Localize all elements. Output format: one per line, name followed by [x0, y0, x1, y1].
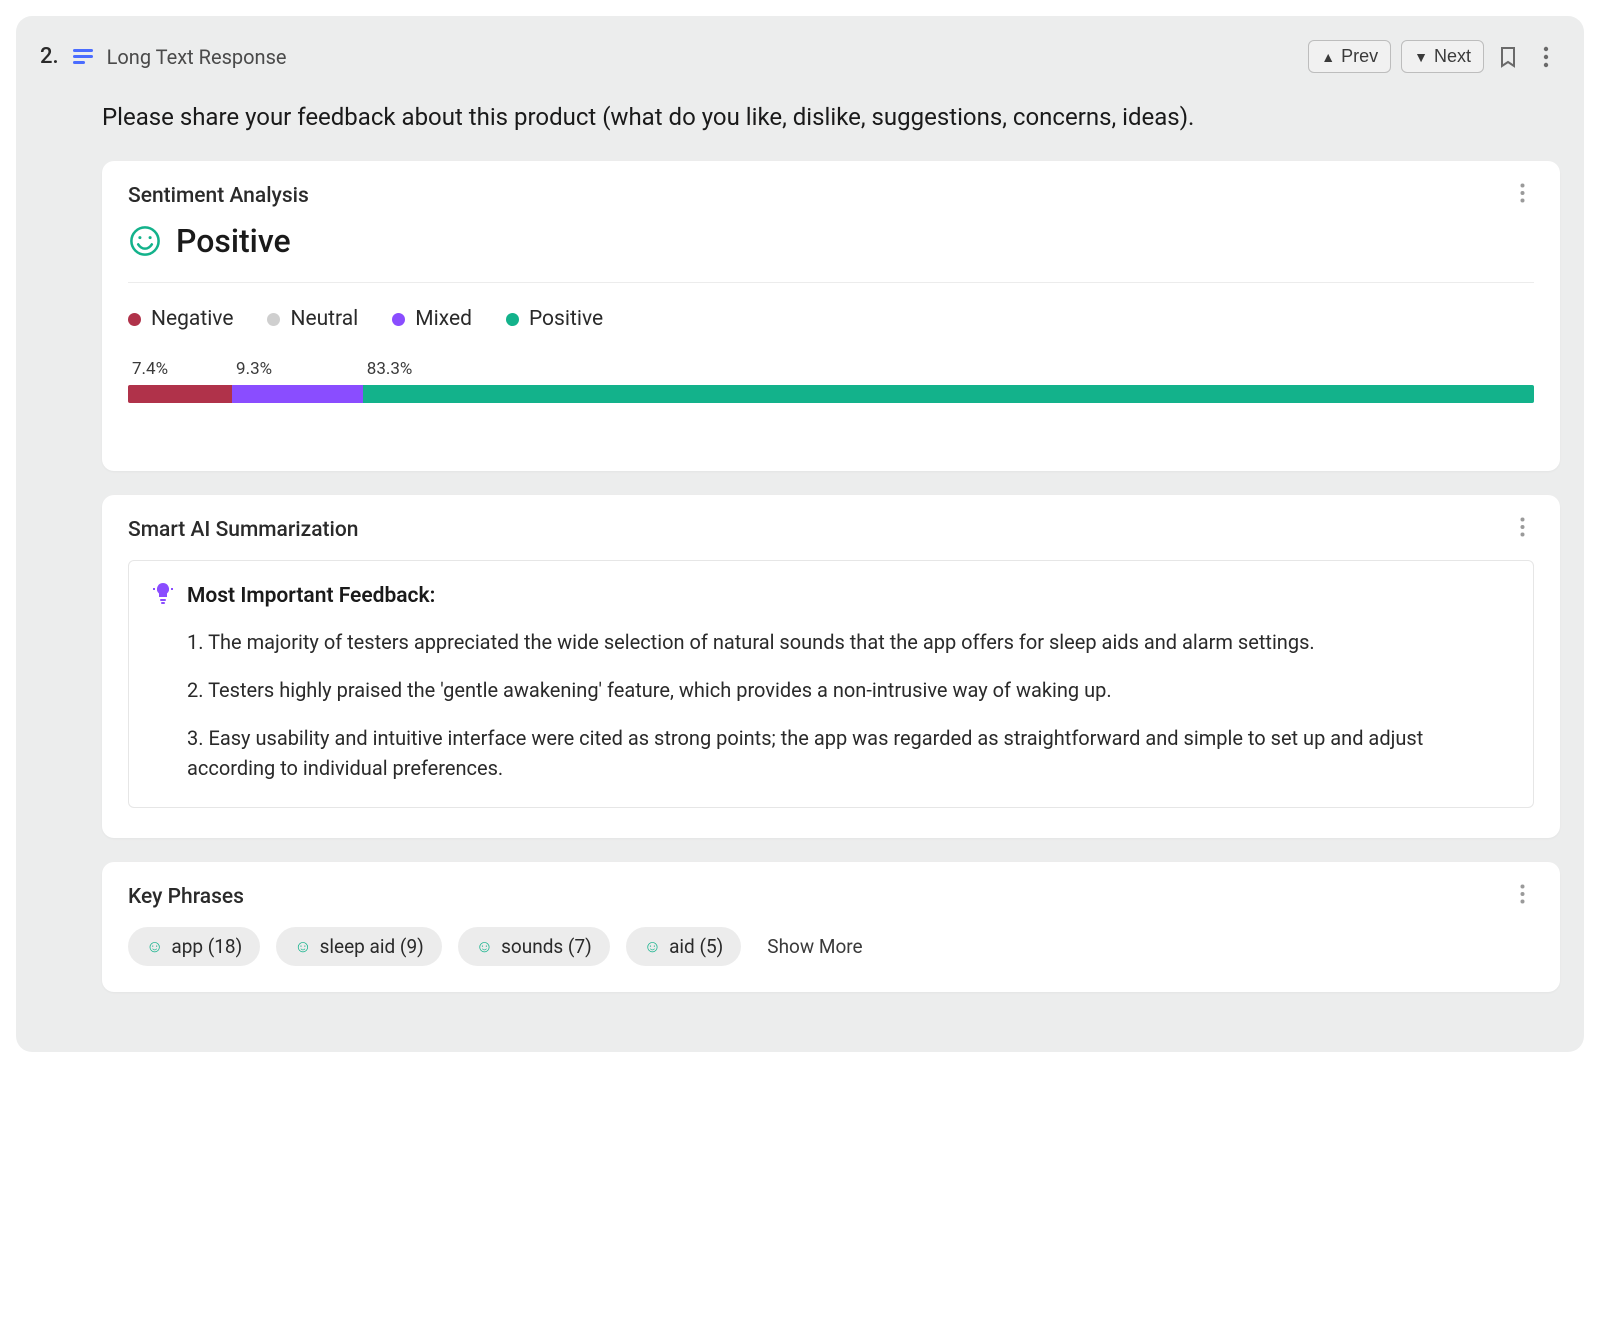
sentiment-card-title: Sentiment Analysis	[128, 184, 309, 208]
phrase-chip[interactable]: ☺ sounds (7)	[458, 927, 610, 966]
smile-icon: ☺	[294, 937, 311, 957]
key-phrases-card: Key Phrases ☺ app (18) ☺ sleep aid (9) ☺…	[102, 862, 1560, 992]
sentiment-overall: Positive	[128, 222, 1534, 283]
key-phrases-title: Key Phrases	[128, 885, 244, 909]
legend-positive: Positive	[506, 307, 603, 331]
sentiment-card-menu[interactable]	[1510, 183, 1534, 208]
smile-icon: ☺	[476, 937, 493, 957]
lightbulb-icon	[153, 581, 173, 611]
ai-summary-title: Smart AI Summarization	[128, 518, 358, 542]
sentiment-bar-labels: 7.4% 9.3% 83.3%	[128, 359, 1534, 379]
bar-seg-negative	[128, 385, 232, 403]
question-overflow-menu[interactable]	[1532, 43, 1560, 71]
legend-neutral: Neutral	[267, 307, 358, 331]
dot-icon	[392, 313, 405, 326]
phrase-chip-label: sounds (7)	[501, 935, 592, 958]
question-header-right: ▲ Prev ▼ Next	[1308, 40, 1560, 73]
sentiment-card-header: Sentiment Analysis	[128, 183, 1534, 208]
ai-summary-header: Smart AI Summarization	[128, 517, 1534, 542]
long-text-icon	[73, 49, 93, 64]
vertical-dots-icon	[1520, 517, 1525, 537]
legend-negative: Negative	[128, 307, 233, 331]
ai-feedback-list: 1. The majority of testers appreciated t…	[153, 627, 1509, 783]
phrase-chip-label: sleep aid (9)	[320, 935, 424, 958]
smile-icon: ☺	[146, 937, 163, 957]
vertical-dots-icon	[1543, 46, 1549, 68]
ai-feedback-item: 1. The majority of testers appreciated t…	[187, 627, 1509, 657]
question-text: Please share your feedback about this pr…	[102, 101, 1560, 133]
bookmark-icon	[1498, 45, 1518, 69]
dot-icon	[506, 313, 519, 326]
legend-mixed-label: Mixed	[415, 307, 472, 331]
arrow-down-icon: ▼	[1414, 50, 1428, 64]
dot-icon	[128, 313, 141, 326]
sentiment-legend: Negative Neutral Mixed Positive	[128, 307, 1534, 331]
question-header-left: 2. Long Text Response	[40, 44, 287, 69]
bar-seg-mixed	[232, 385, 363, 403]
vertical-dots-icon	[1520, 884, 1525, 904]
ai-summary-heading: Most Important Feedback:	[187, 584, 435, 608]
legend-neutral-label: Neutral	[290, 307, 358, 331]
prev-button-label: Prev	[1341, 46, 1378, 67]
bar-seg-positive	[363, 385, 1534, 403]
next-button[interactable]: ▼ Next	[1401, 40, 1484, 73]
legend-positive-label: Positive	[529, 307, 603, 331]
smile-icon	[128, 224, 162, 258]
ai-summary-heading-row: Most Important Feedback:	[153, 581, 1509, 611]
legend-negative-label: Negative	[151, 307, 233, 331]
phrase-chip-label: aid (5)	[669, 935, 723, 958]
question-number: 2.	[40, 44, 59, 69]
bar-label-positive: 83.3%	[363, 359, 1534, 379]
key-phrases-menu[interactable]	[1510, 884, 1534, 909]
question-type-label: Long Text Response	[107, 45, 287, 69]
smile-icon: ☺	[644, 937, 661, 957]
ai-summary-body: Most Important Feedback: 1. The majority…	[128, 560, 1534, 808]
arrow-up-icon: ▲	[1321, 50, 1335, 64]
legend-mixed: Mixed	[392, 307, 472, 331]
question-header: 2. Long Text Response ▲ Prev ▼ Next	[40, 40, 1560, 73]
dot-icon	[267, 313, 280, 326]
key-phrases-header: Key Phrases	[128, 884, 1534, 909]
sentiment-bar	[128, 385, 1534, 403]
ai-feedback-item: 3. Easy usability and intuitive interfac…	[187, 723, 1509, 783]
key-phrases-list: ☺ app (18) ☺ sleep aid (9) ☺ sounds (7) …	[128, 927, 1534, 966]
bar-label-negative: 7.4%	[128, 359, 232, 379]
vertical-dots-icon	[1520, 183, 1525, 203]
prev-button[interactable]: ▲ Prev	[1308, 40, 1391, 73]
phrase-chip-label: app (18)	[171, 935, 242, 958]
sentiment-card: Sentiment Analysis Positive Negative Neu…	[102, 161, 1560, 471]
ai-feedback-item: 2. Testers highly praised the 'gentle aw…	[187, 675, 1509, 705]
phrase-chip[interactable]: ☺ sleep aid (9)	[276, 927, 442, 966]
phrase-chip[interactable]: ☺ app (18)	[128, 927, 260, 966]
ai-summary-menu[interactable]	[1510, 517, 1534, 542]
sentiment-overall-label: Positive	[176, 222, 291, 260]
show-more-button[interactable]: Show More	[767, 935, 862, 958]
question-panel: 2. Long Text Response ▲ Prev ▼ Next	[16, 16, 1584, 1052]
bar-label-mixed: 9.3%	[232, 359, 363, 379]
ai-summary-card: Smart AI Summarization Most Important Fe…	[102, 495, 1560, 838]
phrase-chip[interactable]: ☺ aid (5)	[626, 927, 742, 966]
bookmark-button[interactable]	[1494, 43, 1522, 71]
next-button-label: Next	[1434, 46, 1471, 67]
